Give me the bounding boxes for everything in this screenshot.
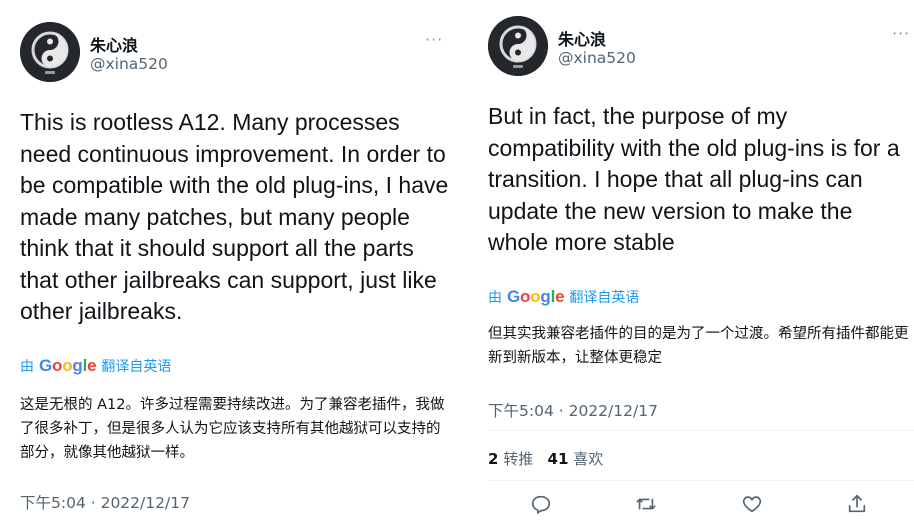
retweet-icon[interactable] bbox=[634, 492, 658, 516]
retweet-count: 2 bbox=[488, 450, 499, 468]
divider-line bbox=[488, 430, 914, 431]
action-bar bbox=[529, 492, 869, 516]
tweet-stats: 2 转推 41 喜欢 bbox=[488, 448, 603, 469]
translated-text: 但其实我兼容老插件的目的是为了一个过渡。希望所有插件都能更新到新版本，让整体更稳… bbox=[488, 326, 909, 366]
like-icon[interactable] bbox=[740, 492, 764, 516]
translate-prefix: 由 bbox=[20, 359, 34, 375]
more-dots-icon[interactable]: ··· bbox=[892, 24, 910, 43]
avatar-yin-yang-icon bbox=[20, 22, 80, 82]
translate-link[interactable]: 翻译自英语 bbox=[569, 287, 639, 307]
author-name[interactable]: 朱心浪 bbox=[90, 32, 138, 56]
reply-icon[interactable] bbox=[529, 492, 553, 516]
share-icon[interactable] bbox=[845, 492, 869, 516]
like-stat[interactable]: 41 喜欢 bbox=[548, 450, 604, 468]
tweet-timestamp[interactable]: 下午5:04 · 2022/12/17 bbox=[488, 399, 658, 421]
tweet-left: 朱心浪 @xina520 ··· This is rootless A12. M… bbox=[0, 0, 458, 527]
avatar-yin-yang-icon bbox=[488, 16, 548, 76]
divider-line bbox=[488, 480, 914, 481]
tweet-text: This is rootless A12. Many processes nee… bbox=[20, 109, 449, 324]
retweet-label: 转推 bbox=[503, 450, 534, 468]
translate-link[interactable]: 翻译自英语 bbox=[101, 356, 171, 376]
google-logo: Google bbox=[507, 287, 565, 306]
avatar[interactable] bbox=[488, 16, 548, 76]
retweet-stat[interactable]: 2 转推 bbox=[488, 450, 533, 468]
author-name[interactable]: 朱心浪 bbox=[558, 26, 606, 50]
panel-divider bbox=[458, 0, 466, 527]
tweet-text: But in fact, the purpose of my compatibi… bbox=[488, 103, 900, 255]
author-handle[interactable]: @xina520 bbox=[558, 49, 636, 67]
translate-prefix: 由 bbox=[488, 290, 502, 306]
translated-text: 这是无根的 A12。许多过程需要持续改进。为了兼容老插件，我做了很多补丁，但是很… bbox=[20, 397, 445, 461]
like-count: 41 bbox=[547, 450, 569, 468]
avatar[interactable] bbox=[20, 22, 80, 82]
google-logo: Google bbox=[39, 356, 97, 375]
tweet-timestamp[interactable]: 下午5:04 · 2022/12/17 bbox=[20, 491, 190, 513]
more-dots-icon[interactable]: ··· bbox=[425, 30, 443, 49]
author-handle[interactable]: @xina520 bbox=[90, 55, 168, 73]
translation-attribution: 由 Google 翻译自英语 bbox=[488, 287, 639, 307]
tweet-right: 朱心浪 @xina520 ··· But in fact, the purpos… bbox=[466, 0, 914, 527]
translation-attribution: 由 Google 翻译自英语 bbox=[20, 356, 171, 376]
like-label: 喜欢 bbox=[573, 450, 604, 468]
